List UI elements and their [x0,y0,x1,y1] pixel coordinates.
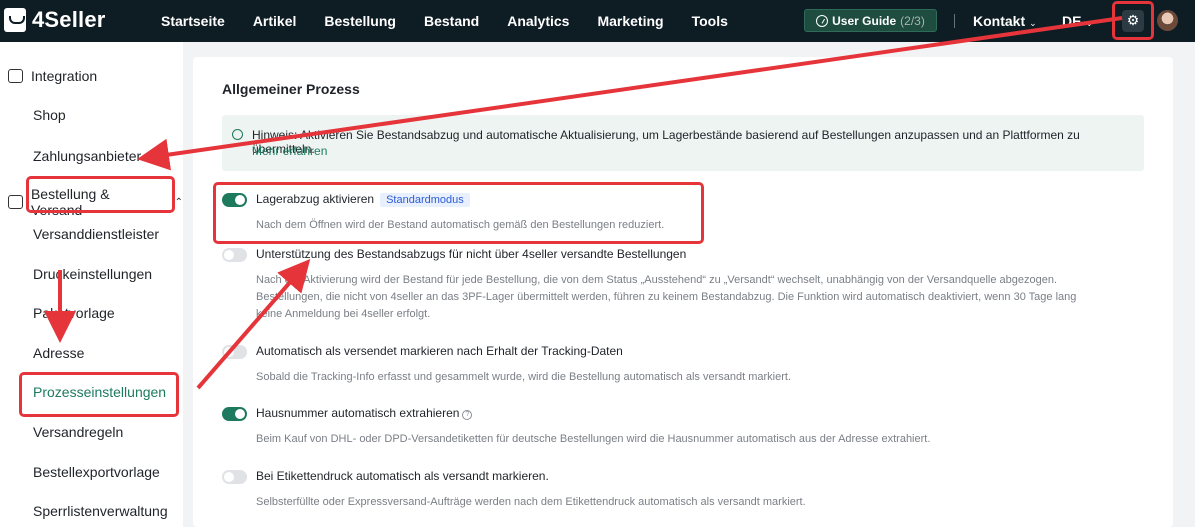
setting-description: Bestellungen, die nicht von 4seller an d… [256,291,1077,303]
chevron-down-icon: ⌄ [1029,18,1037,28]
language-dropdown[interactable]: DE ⌄ [1062,13,1093,29]
bag-icon [8,195,23,209]
contact-label: Kontakt [973,13,1026,29]
setting-title-wrap: Hausnummer automatisch extrahieren? [256,406,473,420]
nav-bestand[interactable]: Bestand [410,13,493,29]
user-guide-label: User Guide [832,13,897,28]
chevron-down-icon: ⌄ [1085,18,1093,28]
header-divider [954,14,955,28]
chevron-up-icon: ⌃ [174,196,183,208]
info-icon [232,129,243,140]
notice-text: Hinweis: Aktivieren Sie Bestandsabzug un… [252,128,1080,156]
setting-description: Selbsterfüllte oder Expressversand-Auftr… [256,496,806,508]
sidebar-item-process-settings[interactable]: Prozesseinstellungen [33,384,166,400]
sidebar-item-print-settings[interactable]: Druckeinstellungen [33,266,152,282]
setting-title: Bei Etikettendruck automatisch als versa… [256,469,549,483]
sidebar-item-package-template[interactable]: Paketvorlage [33,305,115,321]
sidebar-item-blocklist[interactable]: Sperrlistenverwaltung [33,503,168,519]
learn-more-link[interactable]: Mehr erfahren [252,144,327,158]
sidebar-item-address[interactable]: Adresse [33,345,84,361]
stock-deduction-toggle[interactable] [222,193,247,207]
user-guide-button[interactable]: User Guide (2/3) [804,9,937,32]
auto-mark-tracking-toggle[interactable] [222,345,247,359]
gear-icon[interactable]: ⚙ [1122,9,1144,32]
setting-title: Unterstützung des Bestandsabzugs für nic… [256,247,687,261]
nav-analytics[interactable]: Analytics [493,13,583,29]
logo-text: 4Seller [32,7,106,32]
sidebar-item-shop[interactable]: Shop [33,107,66,123]
sidebar-section-label: Bestellung & Versand [30,186,110,218]
sidebar-item-shipping-rules[interactable]: Versandregeln [33,424,123,440]
user-guide-count: (2/3) [900,13,925,28]
nav-marketing[interactable]: Marketing [583,13,677,29]
help-icon[interactable]: ? [462,410,473,420]
avatar[interactable] [1157,10,1178,31]
mode-badge: Standardmodus [380,193,470,207]
language-label: DE [1062,13,1082,29]
setting-description: keine Anmeldung bei 4seller erfolgt. [256,308,431,320]
external-deduction-toggle[interactable] [222,248,247,262]
setting-title-wrap: Lagerabzug aktivieren Standardmodus [256,192,470,207]
store-icon [8,69,23,83]
sidebar-section-order-shipping[interactable]: Bestellung & Versand ⌃ [8,186,183,218]
setting-title: Hausnummer automatisch extrahieren [256,406,460,420]
compass-icon [816,14,829,27]
setting-title: Automatisch als versendet markieren nach… [256,344,623,358]
house-number-toggle[interactable] [222,407,247,421]
setting-description: Sobald die Tracking-Info erfasst und ges… [256,371,791,383]
process-settings-panel: Allgemeiner Prozess Hinweis: Aktivieren … [193,57,1173,527]
info-notice: Hinweis: Aktivieren Sie Bestandsabzug un… [222,115,1144,171]
top-navigation-bar: 4Seller Startseite Artikel Bestellung Be… [0,0,1195,42]
setting-title: Lagerabzug aktivieren [256,192,375,206]
settings-sidebar: Integration Shop Zahlungsanbieter Bestel… [0,42,183,527]
sidebar-item-export-template[interactable]: Bestellexportvorlage [33,464,160,480]
main-nav: Startseite Artikel Bestellung Bestand An… [147,0,742,42]
nav-artikel[interactable]: Artikel [239,13,311,29]
sidebar-section-label: Integration [31,68,98,84]
sidebar-item-payment[interactable]: Zahlungsanbieter [33,148,141,164]
setting-description: Nach dem Öffnen wird der Bestand automat… [256,219,665,231]
nav-tools[interactable]: Tools [678,13,742,29]
contact-dropdown[interactable]: Kontakt ⌄ [973,13,1037,29]
nav-startseite[interactable]: Startseite [147,13,239,29]
sidebar-section-integration[interactable]: Integration [8,68,97,84]
nav-bestellung[interactable]: Bestellung [310,13,410,29]
logo[interactable]: 4Seller [4,7,106,33]
setting-description: Beim Kauf von DHL- oder DPD-Versandetike… [256,433,931,445]
bag-logo-icon [4,8,26,32]
sidebar-item-carriers[interactable]: Versanddienstleister [33,226,159,242]
settings-highlight: ⚙ [1112,1,1154,40]
setting-description: Nach der Aktivierung wird der Bestand fü… [256,274,1058,286]
mark-on-print-toggle[interactable] [222,470,247,484]
page-title: Allgemeiner Prozess [222,81,360,97]
